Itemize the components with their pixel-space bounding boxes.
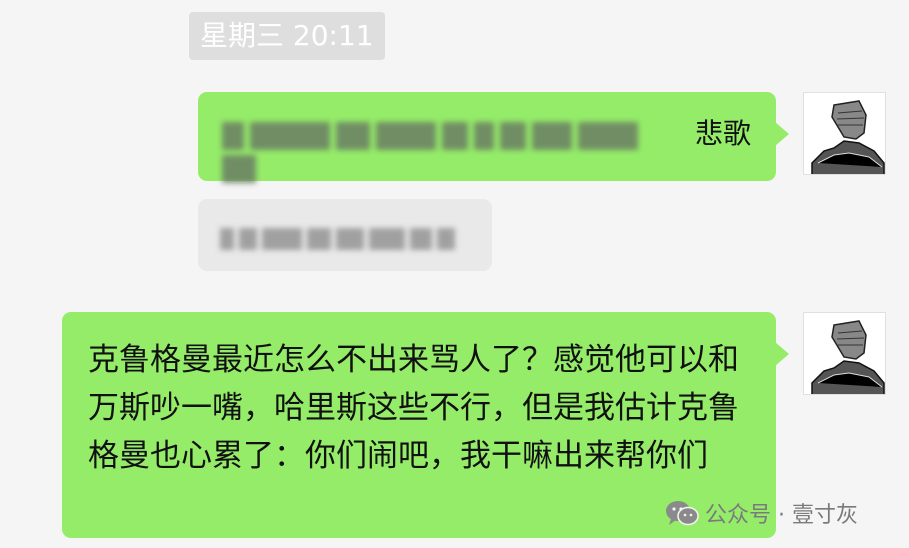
message-bubble-2[interactable] bbox=[198, 199, 492, 271]
message-text: 克鲁格曼最近怎么不出来骂人了？感觉他可以和万斯吵一嘴，哈里斯这些不行，但是我估计… bbox=[88, 342, 739, 474]
watermark: 公众号 · 壹寸灰 bbox=[665, 497, 858, 529]
blurred-text bbox=[222, 118, 672, 183]
wechat-icon bbox=[666, 501, 699, 526]
timestamp: 星期三 20:11 bbox=[189, 12, 385, 60]
message-bubble-1[interactable]: 悲歌 bbox=[198, 92, 789, 183]
avatar[interactable] bbox=[803, 312, 886, 395]
watermark-label: 公众号 · 壹寸灰 bbox=[705, 503, 858, 528]
avatar-image bbox=[804, 93, 885, 174]
blurred-text bbox=[220, 221, 470, 251]
message-text: 悲歌 bbox=[694, 117, 751, 150]
avatar-image bbox=[804, 313, 885, 394]
avatar[interactable] bbox=[803, 92, 886, 175]
